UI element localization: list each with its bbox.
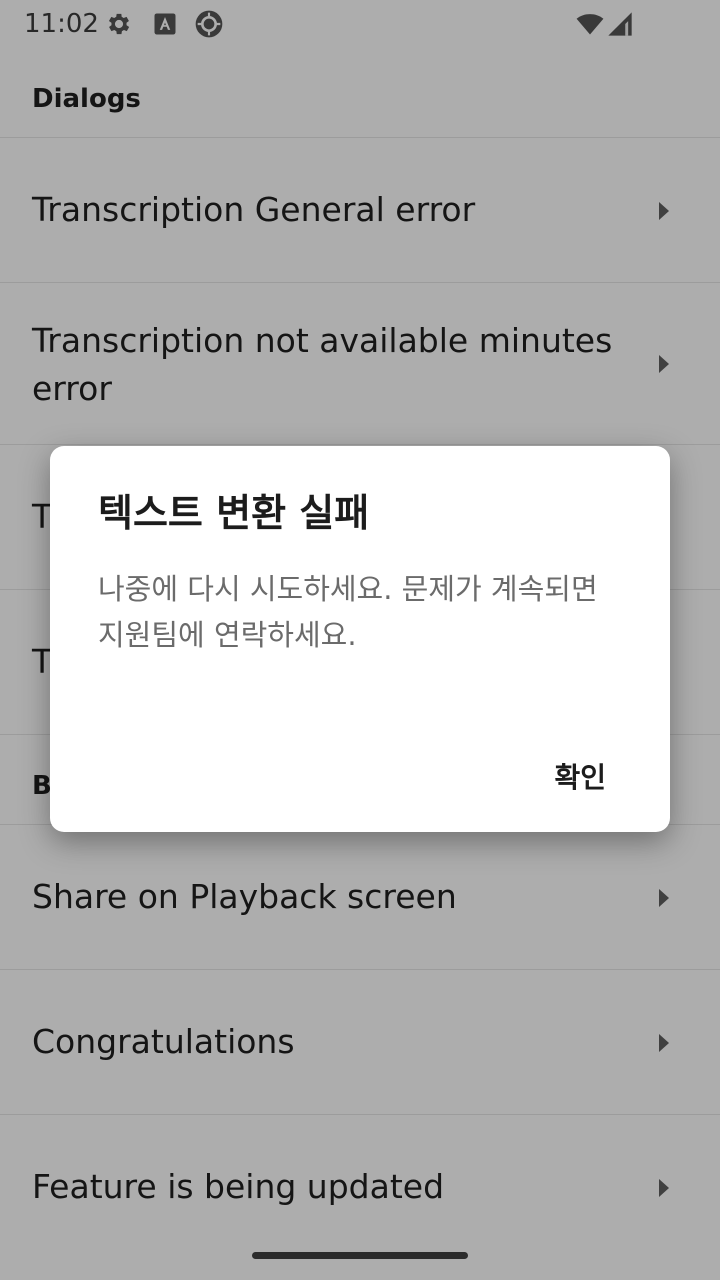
dialog-title: 텍스트 변환 실패 — [98, 491, 370, 535]
home-indicator[interactable] — [252, 1252, 468, 1259]
error-dialog: 텍스트 변환 실패 나중에 다시 시도하세요. 문제가 계속되면 지원팀에 연락… — [50, 446, 670, 832]
dialog-message: 나중에 다시 시도하세요. 문제가 계속되면 지원팀에 연락하세요. — [98, 572, 598, 652]
confirm-button[interactable]: 확인 — [530, 754, 630, 802]
